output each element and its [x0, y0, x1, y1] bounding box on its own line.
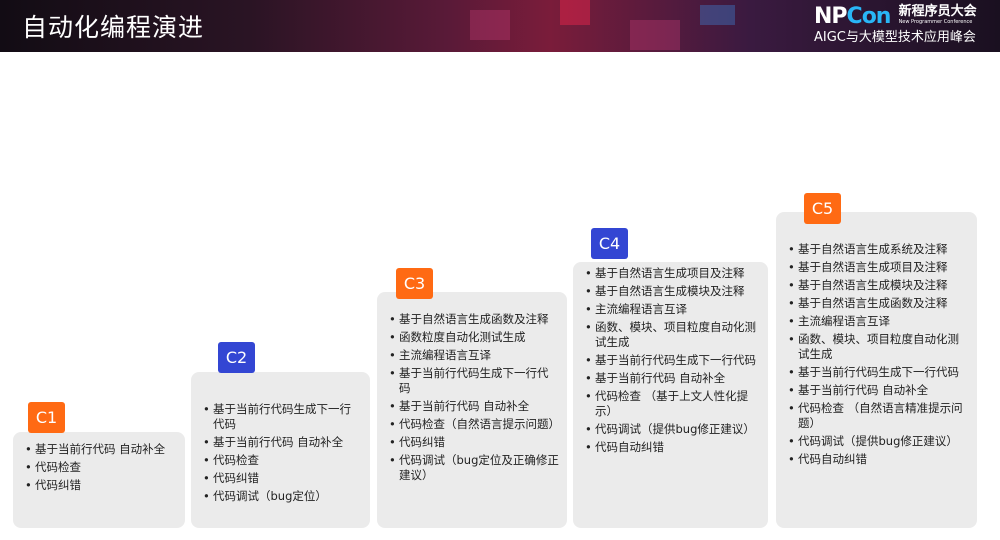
list-item: 基于自然语言生成模块及注释: [585, 284, 760, 299]
list-item: 代码调试（提供bug修正建议）: [788, 434, 969, 449]
logo-subtitle: AIGC与大模型技术应用峰会: [814, 30, 976, 45]
decor-tile: [470, 10, 510, 40]
list-item: 主流编程语言互译: [585, 302, 760, 317]
list-item: 代码检查（自然语言提示问题）: [389, 417, 560, 432]
list-item: 代码调试（bug定位及正确修正建议）: [389, 453, 559, 483]
list-item: 代码检查: [25, 460, 177, 475]
level-badge: C3: [396, 268, 433, 299]
list-item: 基于自然语言生成模块及注释: [788, 278, 969, 293]
list-item: 基于当前行代码 自动补全: [585, 371, 760, 386]
list-item: 函数、模块、项目粒度自动化测试生成: [788, 332, 969, 362]
list-item: 基于当前行代码生成下一行代码: [585, 353, 760, 368]
list-item: 代码检查 （自然语言精准提示问题）: [788, 401, 969, 431]
list-item: 基于自然语言生成项目及注释: [788, 260, 969, 275]
feature-list: 基于当前行代码生成下一行代码基于当前行代码 自动补全代码检查代码纠错代码调试（b…: [203, 402, 362, 504]
list-item: 函数粒度自动化测试生成: [389, 330, 559, 345]
list-item: 代码纠错: [389, 435, 559, 450]
list-item: 代码检查 （基于上文人性化提示）: [585, 389, 760, 419]
list-item: 基于自然语言生成系统及注释: [788, 242, 969, 257]
level-badge: C1: [28, 402, 65, 433]
decor-tile: [560, 0, 590, 25]
list-item: 主流编程语言互译: [788, 314, 969, 329]
list-item: 基于当前行代码生成下一行代码: [389, 366, 559, 396]
logo-brand: NPCon: [814, 4, 891, 29]
list-item: 代码自动纠错: [585, 440, 760, 455]
list-item: 基于当前行代码 自动补全: [389, 399, 559, 414]
level-card-c3: 基于自然语言生成函数及注释函数粒度自动化测试生成主流编程语言互译基于当前行代码生…: [377, 292, 567, 528]
list-item: 基于自然语言生成项目及注释: [585, 266, 760, 281]
list-item: 代码调试（提供bug修正建议）: [585, 422, 760, 437]
list-item: 基于自然语言生成函数及注释: [788, 296, 969, 311]
list-item: 基于当前行代码生成下一行代码: [788, 365, 969, 380]
list-item: 代码检查: [203, 453, 362, 468]
level-badge: C2: [218, 342, 255, 373]
level-badge: C5: [804, 193, 841, 224]
level-badge: C4: [591, 228, 628, 259]
logo-tagline: New Programmer Conference: [898, 19, 973, 25]
level-card-c1: 基于当前行代码 自动补全代码检查代码纠错: [13, 432, 185, 528]
decor-tile: [700, 5, 735, 25]
decor-tile: [630, 20, 680, 50]
level-card-c4: 基于自然语言生成项目及注释基于自然语言生成模块及注释主流编程语言互译函数、模块、…: [573, 262, 768, 528]
level-card-c2: 基于当前行代码生成下一行代码基于当前行代码 自动补全代码检查代码纠错代码调试（b…: [191, 372, 370, 528]
feature-list: 基于自然语言生成系统及注释基于自然语言生成项目及注释基于自然语言生成模块及注释基…: [788, 242, 969, 467]
logo-name: 新程序员大会: [898, 4, 977, 19]
feature-list: 基于自然语言生成项目及注释基于自然语言生成模块及注释主流编程语言互译函数、模块、…: [585, 266, 760, 455]
list-item: 主流编程语言互译: [389, 348, 559, 363]
list-item: 代码纠错: [25, 478, 177, 493]
list-item: 基于当前行代码 自动补全: [25, 442, 177, 457]
list-item: 基于当前行代码生成下一行代码: [203, 402, 362, 432]
list-item: 函数、模块、项目粒度自动化测试生成: [585, 320, 760, 350]
list-item: 基于当前行代码 自动补全: [788, 383, 969, 398]
feature-list: 基于当前行代码 自动补全代码检查代码纠错: [25, 442, 177, 493]
npcon-logo: NPCon 新程序员大会 New Programmer Conference A…: [814, 4, 990, 46]
level-card-c5: 基于自然语言生成系统及注释基于自然语言生成项目及注释基于自然语言生成模块及注释基…: [776, 212, 977, 528]
list-item: 基于当前行代码 自动补全: [203, 435, 362, 450]
list-item: 基于自然语言生成函数及注释: [389, 312, 559, 327]
list-item: 代码纠错: [203, 471, 362, 486]
header-banner: 自动化编程演进 NPCon 新程序员大会 New Programmer Conf…: [0, 0, 1000, 52]
feature-list: 基于自然语言生成函数及注释函数粒度自动化测试生成主流编程语言互译基于当前行代码生…: [389, 312, 560, 483]
list-item: 代码调试（bug定位）: [203, 489, 362, 504]
list-item: 代码自动纠错: [788, 452, 969, 467]
page-title: 自动化编程演进: [22, 13, 205, 42]
